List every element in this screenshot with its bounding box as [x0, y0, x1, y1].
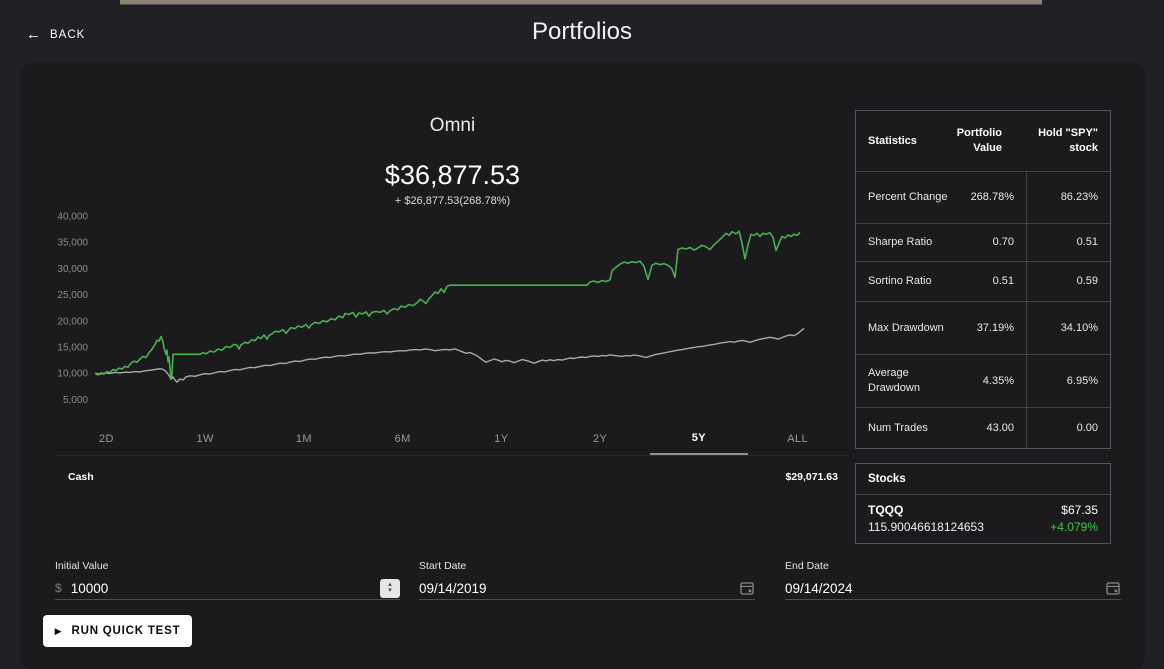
y-axis-tick-label: 20,000: [57, 316, 88, 327]
end-date-field: End Date: [785, 560, 1121, 600]
tab-2d[interactable]: 2D: [57, 423, 156, 455]
stock-row-tqqq[interactable]: TQQQ 115.90046618124653 $67.35 +4.079%: [856, 495, 1110, 543]
stock-symbol: TQQQ: [868, 503, 984, 517]
start-date-input[interactable]: [419, 581, 739, 596]
cash-label: Cash: [68, 471, 94, 483]
run-quick-test-button[interactable]: ▶ RUN QUICK TEST: [43, 615, 192, 647]
stat-spy-value: 34.10%: [1026, 302, 1110, 354]
page-title: Portfolios: [0, 18, 1164, 46]
start-date-field: Start Date: [419, 560, 755, 600]
y-axis-tick-label: 25,000: [57, 290, 88, 301]
series-spy-hold-line: [95, 328, 804, 382]
cash-row: Cash $29,071.63: [68, 468, 838, 486]
y-axis-tick-label: 40,000: [57, 212, 88, 223]
table-row-max-drawdown: Max Drawdown 37.19% 34.10%: [856, 301, 1110, 354]
tab-1w[interactable]: 1W: [156, 423, 255, 455]
stat-label: Max Drawdown: [868, 321, 956, 336]
stat-label: Sharpe Ratio: [868, 235, 956, 250]
tab-1y[interactable]: 1Y: [452, 423, 551, 455]
calendar-icon[interactable]: [1105, 580, 1121, 596]
stock-change: +4.079%: [1050, 520, 1098, 534]
run-quick-test-label: RUN QUICK TEST: [71, 625, 180, 637]
stat-spy-value: 0.59: [1026, 262, 1110, 301]
stocks-panel: Stocks TQQQ 115.90046618124653 $67.35 +4…: [855, 463, 1111, 544]
calendar-icon[interactable]: [739, 580, 755, 596]
end-date-label: End Date: [785, 560, 1121, 572]
initial-value-field: Initial Value $ ▴ ▾: [55, 560, 400, 600]
tab-1m[interactable]: 1M: [255, 423, 354, 455]
stat-spy-value: 0.51: [1026, 224, 1110, 261]
initial-value-label: Initial Value: [55, 560, 400, 572]
stat-label: Sortino Ratio: [868, 274, 956, 289]
tab-all[interactable]: ALL: [748, 423, 847, 455]
stat-label: Average Drawdown: [868, 366, 956, 396]
cash-value: $29,071.63: [785, 471, 838, 483]
stock-right: $67.35 +4.079%: [1050, 503, 1098, 534]
stocks-panel-title: Stocks: [856, 464, 1110, 495]
stats-header-label: Statistics: [868, 134, 956, 149]
table-row-percent-change: Percent Change 268.78% 86.23%: [856, 171, 1110, 223]
statistics-header-row: Statistics Portfolio Value Hold "SPY" st…: [856, 111, 1110, 171]
y-axis-tick-label: 30,000: [57, 264, 88, 275]
stat-portfolio-value: 268.78%: [956, 190, 1026, 205]
table-row-average-drawdown: Average Drawdown 4.35% 6.95%: [856, 354, 1110, 407]
number-stepper[interactable]: ▴ ▾: [380, 579, 400, 598]
table-row-sharpe: Sharpe Ratio 0.70 0.51: [856, 223, 1110, 261]
y-axis-tick-label: 35,000: [57, 238, 88, 249]
stock-quantity: 115.90046618124653: [868, 520, 984, 534]
portfolio-name: Omni: [35, 115, 870, 137]
stat-spy-value: 0.00: [1026, 408, 1110, 448]
table-row-num-trades: Num Trades 43.00 0.00: [856, 407, 1110, 448]
initial-value-input[interactable]: [71, 581, 380, 596]
y-axis-tick-label: 10,000: [57, 369, 88, 380]
tab-6m[interactable]: 6M: [353, 423, 452, 455]
stat-portfolio-value: 4.35%: [956, 374, 1026, 389]
stats-header-portfolio: Portfolio Value: [956, 126, 1014, 156]
y-axis-tick-label: 15,000: [57, 343, 88, 354]
stat-portfolio-value: 0.70: [956, 235, 1026, 250]
tab-5y[interactable]: 5Y: [650, 423, 749, 455]
stat-label: Percent Change: [868, 190, 956, 205]
stat-spy-value: 6.95%: [1026, 355, 1110, 407]
stock-left: TQQQ 115.90046618124653: [868, 503, 984, 534]
window-top-strip: [120, 0, 1042, 5]
portfolio-current-value: $36,877.53: [35, 160, 870, 191]
table-row-sortino: Sortino Ratio 0.51 0.59: [856, 261, 1110, 301]
stat-portfolio-value: 43.00: [956, 421, 1026, 436]
play-icon: ▶: [55, 626, 62, 637]
stat-portfolio-value: 0.51: [956, 274, 1026, 289]
portfolio-card: Omni $36,877.53 + $26,877.53(268.78%) 40…: [20, 63, 1145, 669]
start-date-label: Start Date: [419, 560, 755, 572]
stepper-down-icon: ▾: [388, 588, 392, 594]
stat-portfolio-value: 37.19%: [956, 321, 1026, 336]
series-portfolio-line: [95, 231, 800, 379]
stock-price: $67.35: [1050, 503, 1098, 517]
dollar-prefix: $: [55, 581, 62, 595]
end-date-input[interactable]: [785, 581, 1105, 596]
tab-2y[interactable]: 2Y: [551, 423, 650, 455]
stat-spy-value: 86.23%: [1026, 172, 1110, 223]
time-range-tabs: 2D 1W 1M 6M 1Y 2Y 5Y ALL: [57, 423, 847, 456]
performance-chart: 40,000 35,000 30,000 25,000 20,000 15,000 10,0…: [55, 205, 845, 420]
statistics-table: Statistics Portfolio Value Hold "SPY" st…: [855, 110, 1111, 449]
y-axis-tick-label: 5,000: [63, 395, 88, 406]
stat-label: Num Trades: [868, 421, 956, 436]
stats-header-spy: Hold "SPY" stock: [1014, 111, 1098, 171]
